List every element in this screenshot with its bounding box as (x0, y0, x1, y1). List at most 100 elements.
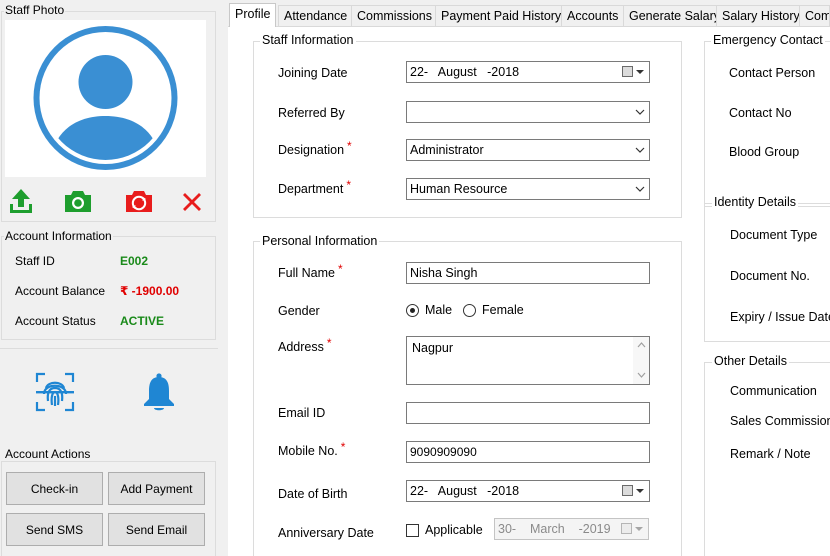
status-value: ACTIVE (120, 314, 165, 328)
camera-icon (65, 191, 91, 212)
tab-accounts[interactable]: Accounts (561, 5, 625, 26)
tab-profile[interactable]: Profile (229, 3, 277, 27)
tab-commissions[interactable]: Commissions (351, 5, 439, 26)
tab-bar: Profile Attendance Commissions Payment P… (228, 3, 830, 27)
gender-male-radio[interactable] (406, 304, 419, 317)
contact-person-label: Contact Person (729, 66, 816, 80)
mobile-input[interactable]: 9090909090 (406, 441, 650, 463)
anniversary-applicable-checkbox[interactable] (406, 524, 419, 537)
send-email-button[interactable]: Send Email (108, 513, 205, 546)
staff-id-label: Staff ID (15, 254, 55, 268)
chevron-down-icon (635, 109, 645, 115)
upload-photo-button[interactable] (6, 186, 36, 216)
close-icon (183, 193, 201, 211)
tab-more[interactable]: Com (799, 5, 830, 26)
referred-by-select[interactable] (406, 101, 650, 123)
gender-male-label[interactable]: Male (425, 303, 452, 317)
identity-details-title: Identity Details (712, 195, 798, 209)
tab-generate-salary[interactable]: Generate Salary (623, 5, 727, 26)
staff-photo-title: Staff Photo (4, 3, 66, 17)
department-value: Human Resource (410, 182, 508, 196)
chevron-down-icon (635, 527, 643, 531)
scroll-down-icon[interactable] (637, 372, 646, 378)
anniversary-date-value: 30- March -2019 (498, 522, 611, 536)
textarea-scrollbar[interactable] (633, 337, 649, 384)
address-label-text: Address (278, 340, 324, 354)
calendar-icon[interactable] (622, 485, 633, 496)
upload-icon (10, 189, 32, 213)
full-name-input[interactable]: Nisha Singh (406, 262, 650, 284)
remove-photo-button[interactable] (177, 187, 207, 217)
other-details-title: Other Details (712, 354, 789, 368)
send-sms-button[interactable]: Send SMS (6, 513, 103, 546)
divider (0, 348, 218, 349)
gender-label: Gender (278, 304, 320, 318)
staff-info-title: Staff Information (260, 33, 356, 47)
tab-payment-paid-history[interactable]: Payment Paid History (435, 5, 568, 26)
balance-label: Account Balance (15, 284, 106, 298)
fingerprint-icon (35, 372, 75, 412)
department-label: Department * (278, 178, 351, 196)
full-name-label-text: Full Name (278, 266, 335, 280)
tab-salary-history[interactable]: Salary History (716, 5, 806, 26)
gender-female-label[interactable]: Female (482, 303, 524, 317)
capture-photo-button[interactable] (63, 186, 93, 216)
dob-label: Date of Birth (278, 487, 348, 501)
joining-date-label: Joining Date (278, 66, 348, 80)
address-textarea[interactable]: Nagpur (406, 336, 650, 385)
notification-button[interactable] (139, 371, 179, 413)
department-label-text: Department (278, 182, 344, 196)
staff-id-value: E002 (120, 254, 149, 268)
required-marker: * (346, 178, 351, 192)
anniversary-date-picker[interactable]: 30- March -2019 (494, 518, 649, 540)
sales-commission-label: Sales Commission (730, 414, 830, 428)
contact-no-label: Contact No (729, 106, 792, 120)
gender-female-radio[interactable] (463, 304, 476, 317)
profile-tab-page: Staff Information Joining Date 22- Augus… (228, 26, 830, 556)
joining-date-picker[interactable]: 22- August -2018 (406, 61, 650, 83)
bell-icon (144, 373, 174, 411)
tab-attendance[interactable]: Attendance (278, 5, 354, 26)
remark-note-label: Remark / Note (730, 447, 811, 461)
retake-photo-button[interactable] (124, 186, 154, 216)
anniversary-label: Anniversary Date (278, 526, 374, 540)
designation-value: Administrator (410, 143, 484, 157)
scroll-up-icon[interactable] (637, 342, 646, 348)
document-type-label: Document Type (730, 228, 818, 242)
chevron-down-icon (636, 70, 644, 74)
account-info-title: Account Information (4, 229, 113, 243)
checkin-button[interactable]: Check-in (6, 472, 103, 505)
balance-value: ₹ -1900.00 (120, 284, 180, 298)
chevron-down-icon (636, 489, 644, 493)
camera-refresh-icon (126, 191, 152, 212)
address-label: Address * (278, 336, 332, 354)
communication-label: Communication (730, 384, 817, 398)
required-marker: * (326, 336, 332, 350)
required-marker: * (337, 262, 343, 276)
designation-label-text: Designation (278, 143, 345, 157)
document-no-label: Document No. (730, 269, 810, 283)
address-value: Nagpur (412, 341, 453, 355)
chevron-down-icon (635, 186, 645, 192)
mobile-label: Mobile No. * (278, 440, 345, 458)
calendar-icon[interactable] (621, 523, 632, 534)
department-select[interactable]: Human Resource (406, 178, 650, 200)
designation-select[interactable]: Administrator (406, 139, 650, 161)
required-marker: * (347, 139, 352, 153)
expiry-issue-date-label: Expiry / Issue Date (730, 310, 830, 324)
fingerprint-button[interactable] (34, 371, 76, 413)
anniversary-applicable-label[interactable]: Applicable (425, 523, 483, 537)
blood-group-label: Blood Group (729, 145, 800, 159)
mobile-label-text: Mobile No. (278, 444, 338, 458)
avatar-icon (33, 26, 178, 170)
referred-by-label: Referred By (278, 106, 345, 120)
personal-info-group (253, 241, 682, 556)
email-label: Email ID (278, 406, 326, 420)
add-payment-button[interactable]: Add Payment (108, 472, 205, 505)
chevron-down-icon (635, 147, 645, 153)
calendar-icon[interactable] (622, 66, 633, 77)
dob-picker[interactable]: 22- August -2018 (406, 480, 650, 502)
emergency-contact-title: Emergency Contact (711, 33, 825, 47)
email-input[interactable] (406, 402, 650, 424)
staff-photo[interactable] (5, 20, 206, 177)
